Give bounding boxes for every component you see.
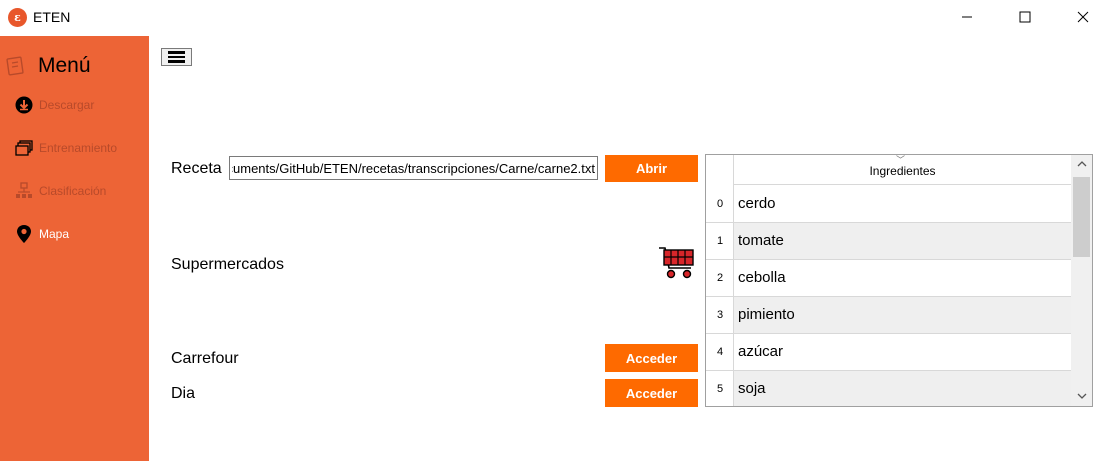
- close-button[interactable]: [1060, 0, 1106, 34]
- supermercados-label: Supermercados: [171, 256, 284, 273]
- store-name: Dia: [171, 385, 196, 402]
- receta-label: Receta: [171, 160, 222, 177]
- menu-header: Menú: [6, 54, 91, 78]
- hamburger-menu-button[interactable]: [161, 48, 192, 66]
- window-title: ETEN: [33, 9, 71, 25]
- sidebar-item-clasificacion[interactable]: Clasificación: [15, 180, 106, 202]
- row-index: 2: [716, 272, 724, 284]
- row-index: 0: [716, 198, 724, 210]
- ingredients-table[interactable]: ﹀ Ingredientes 0 cerdo 1 tomate 2 ceboll…: [705, 154, 1093, 407]
- row-index: 5: [716, 383, 724, 395]
- table-header[interactable]: ﹀ Ingredientes: [734, 155, 1071, 185]
- ingredient-cell[interactable]: tomate: [734, 223, 1071, 259]
- table-row[interactable]: 3 pimiento: [706, 297, 1071, 334]
- table-row[interactable]: 4 azúcar: [706, 334, 1071, 371]
- dia-acceder-button[interactable]: Acceder: [605, 379, 698, 407]
- sidebar-item-label: Entrenamiento: [39, 141, 118, 155]
- minimize-button[interactable]: [944, 0, 990, 34]
- scroll-down-button[interactable]: [1071, 387, 1092, 405]
- table-row[interactable]: 0 cerdo: [706, 186, 1071, 223]
- sidebar-item-mapa[interactable]: Mapa: [15, 223, 69, 245]
- sidebar-item-label: Descargar: [39, 98, 95, 112]
- carrefour-acceder-button[interactable]: Acceder: [605, 344, 698, 372]
- sidebar-item-label: Clasificación: [39, 184, 107, 198]
- maximize-button[interactable]: [1002, 0, 1048, 34]
- chevron-down-icon: [1077, 393, 1086, 399]
- row-index: 1: [716, 235, 724, 247]
- maximize-icon: [1019, 11, 1031, 23]
- table-row[interactable]: 5 soja: [706, 371, 1071, 406]
- chevron-up-icon: [1077, 161, 1086, 167]
- column-header-ingredientes: Ingredientes: [869, 164, 936, 178]
- table-row[interactable]: 2 cebolla: [706, 260, 1071, 297]
- close-icon: [1077, 11, 1089, 23]
- sidebar-item-entrenamiento[interactable]: Entrenamiento: [15, 137, 117, 159]
- ingredient-cell[interactable]: pimiento: [734, 297, 1071, 333]
- receta-path-input[interactable]: [229, 156, 598, 180]
- app-logo-icon: ε: [8, 8, 27, 27]
- scroll-up-button[interactable]: [1071, 155, 1092, 173]
- ingredient-cell[interactable]: azúcar: [734, 334, 1071, 370]
- ingredient-cell[interactable]: cerdo: [734, 186, 1071, 222]
- sidebar: Menú Descargar Entrenamiento Clasificaci…: [0, 36, 149, 461]
- map-pin-icon: [17, 225, 31, 243]
- menu-title: Menú: [38, 54, 91, 77]
- download-icon: [15, 96, 33, 114]
- recipe-book-icon: [6, 56, 24, 76]
- scrollbar-thumb[interactable]: [1073, 177, 1090, 257]
- ingredient-cell[interactable]: cebolla: [734, 260, 1071, 296]
- hierarchy-icon: [16, 182, 32, 198]
- ingredient-cell[interactable]: soja: [734, 371, 1071, 406]
- abrir-button[interactable]: Abrir: [605, 155, 698, 182]
- title-bar: ε ETEN: [0, 0, 1114, 36]
- minimize-icon: [962, 16, 972, 18]
- sidebar-item-label: Mapa: [39, 227, 70, 241]
- shopping-cart-icon: [659, 247, 694, 279]
- vertical-scrollbar[interactable]: [1071, 155, 1092, 406]
- sidebar-item-descargar[interactable]: Descargar: [15, 94, 94, 116]
- table-row[interactable]: 1 tomate: [706, 223, 1071, 260]
- folders-icon: [15, 140, 33, 156]
- store-name: Carrefour: [171, 350, 239, 367]
- row-index: 3: [716, 309, 724, 321]
- row-index: 4: [716, 346, 724, 358]
